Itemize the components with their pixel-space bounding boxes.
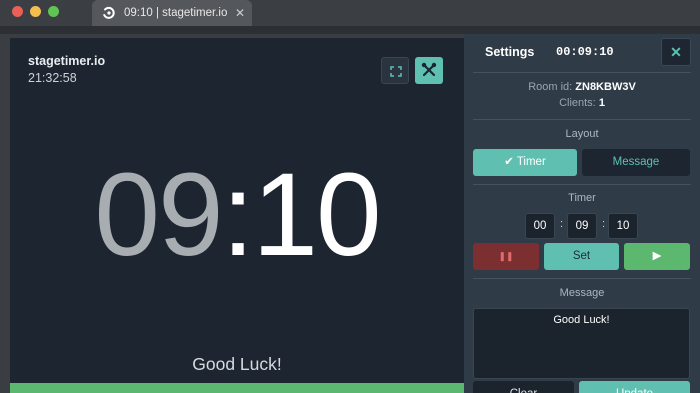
hours-input[interactable]: 00 xyxy=(525,213,555,239)
message-label: Message xyxy=(559,287,605,299)
layout-label: Layout xyxy=(565,128,599,140)
settings-button[interactable] xyxy=(415,57,443,84)
divider xyxy=(473,119,691,120)
screen-message: Good Luck! xyxy=(192,354,282,374)
countdown-seconds: :10 xyxy=(221,149,382,281)
divider xyxy=(473,184,691,185)
panel-timer-value: 00:09:10 xyxy=(556,45,614,59)
set-button[interactable]: Set xyxy=(544,243,619,270)
play-button[interactable]: ▶ xyxy=(624,243,690,270)
browser-titlebar: 09:10 | stagetimer.io ✕ xyxy=(0,0,700,26)
stop-icon: ❚❚ xyxy=(498,251,514,261)
countdown-display: 09:10 xyxy=(10,156,464,274)
browser-tab[interactable]: 09:10 | stagetimer.io ✕ xyxy=(92,0,252,26)
countdown-minutes: 09 xyxy=(94,149,223,281)
layout-timer-button[interactable]: ✔ Timer xyxy=(473,149,577,176)
timer-screen: stagetimer.io 21:32:58 09:10 Good Luck! xyxy=(10,38,464,393)
room-id-label: Room id: xyxy=(528,81,573,93)
room-id-value: ZN8KBW3V xyxy=(575,81,636,93)
progress-fill xyxy=(10,383,464,393)
clients-label: Clients: xyxy=(559,97,596,109)
timer-label: Timer xyxy=(568,192,596,204)
close-window-button[interactable] xyxy=(12,6,23,17)
play-icon: ▶ xyxy=(652,250,662,262)
progress-bar xyxy=(10,383,464,393)
fullscreen-icon xyxy=(390,66,402,77)
room-id-line: Room id: ZN8KBW3V xyxy=(464,81,700,93)
colon: : xyxy=(560,218,564,230)
tools-icon xyxy=(421,62,437,77)
seconds-input[interactable]: 10 xyxy=(608,213,638,239)
stagetimer-logo-icon xyxy=(103,6,115,19)
minimize-window-button[interactable] xyxy=(30,6,41,17)
divider xyxy=(473,278,691,279)
panel-title: Settings xyxy=(485,45,535,59)
brand-name: stagetimer.io xyxy=(28,54,106,68)
update-button[interactable]: Update xyxy=(579,381,690,393)
minutes-input[interactable]: 09 xyxy=(567,213,597,239)
stop-button[interactable]: ❚❚ xyxy=(473,243,539,270)
divider xyxy=(473,72,691,73)
clients-line: Clients: 1 xyxy=(464,97,700,109)
clients-value: 1 xyxy=(598,97,605,109)
current-time: 21:32:58 xyxy=(28,71,77,85)
close-panel-button[interactable]: ✕ xyxy=(661,38,691,66)
tab-close-icon[interactable]: ✕ xyxy=(235,6,245,20)
tab-title: 09:10 | stagetimer.io xyxy=(124,7,228,19)
fullscreen-button[interactable] xyxy=(381,57,409,84)
maximize-window-button[interactable] xyxy=(48,6,59,17)
clear-button[interactable]: Clear xyxy=(473,381,574,393)
layout-message-button[interactable]: Message xyxy=(582,149,690,176)
settings-panel: Settings 00:09:10 ✕ Room id: ZN8KBW3V Cl… xyxy=(464,34,700,393)
message-input[interactable]: Good Luck! xyxy=(473,308,690,379)
toolbar-strip xyxy=(0,26,700,34)
colon: : xyxy=(602,218,606,230)
